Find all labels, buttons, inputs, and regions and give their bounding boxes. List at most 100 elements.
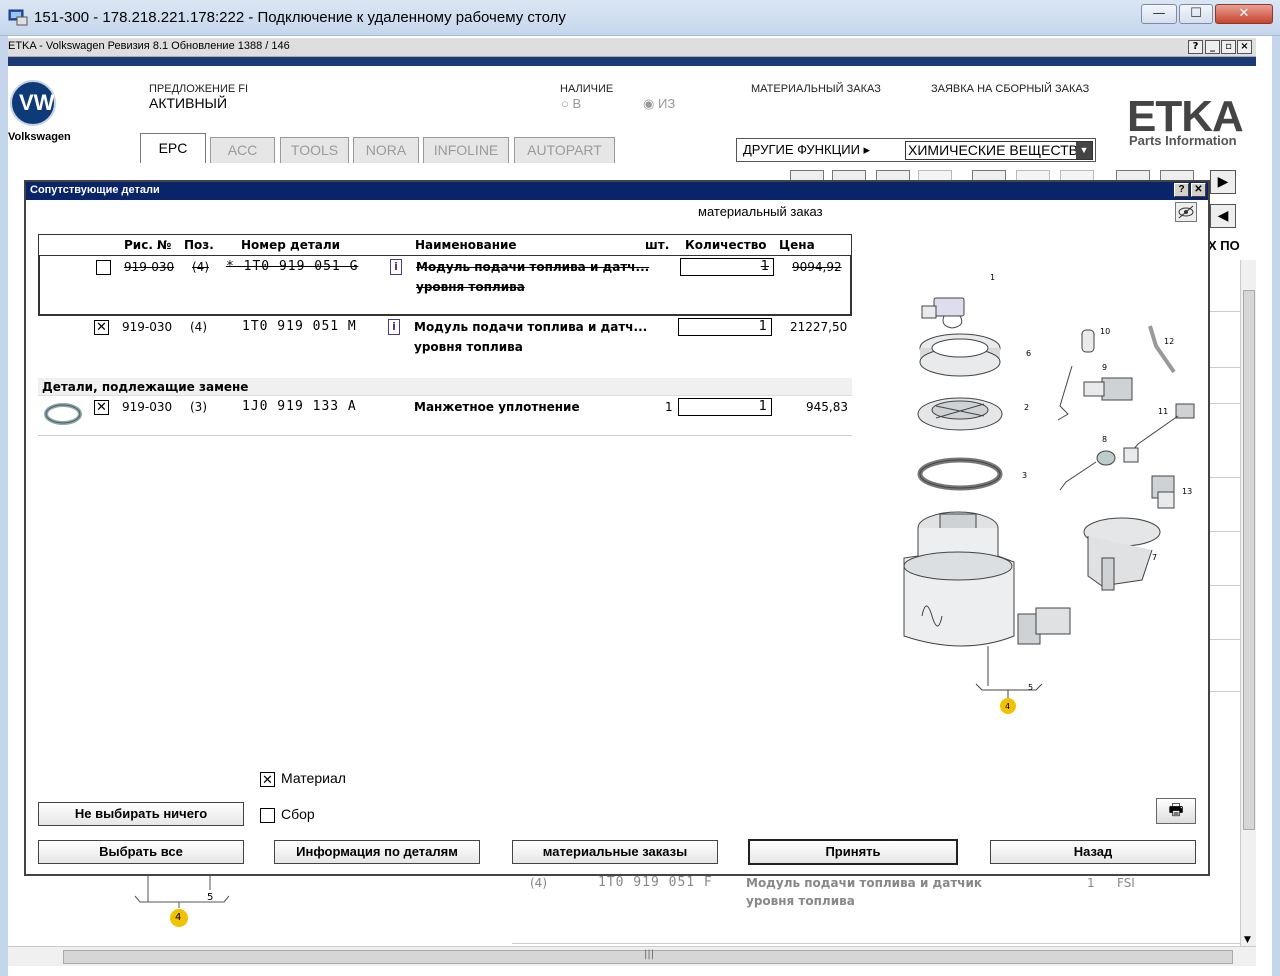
material-orders-button[interactable]: материальные заказы xyxy=(512,840,718,864)
row-name: Манжетное уплотнение xyxy=(414,400,580,414)
minimize-button[interactable]: _ xyxy=(1205,40,1220,54)
row-pos: (4) xyxy=(192,260,209,274)
diagram-label-13: 13 xyxy=(1182,487,1192,496)
select-all-button[interactable]: Выбрать все xyxy=(38,840,244,864)
assembly-checkbox[interactable]: Сбор xyxy=(260,806,315,823)
diagram-label-12: 12 xyxy=(1164,337,1174,346)
tab-nora[interactable]: NORA xyxy=(353,137,419,163)
row-part-number: * 1T0 919 051 G xyxy=(226,259,359,274)
other-functions-menu[interactable]: ДРУГИЕ ФУНКЦИИ ▸ xyxy=(743,142,870,158)
close-button[interactable]: ✕ xyxy=(1215,4,1273,24)
restore-button[interactable]: ▫ xyxy=(1221,40,1236,54)
row-price: 945,83 xyxy=(806,400,848,414)
back-button[interactable]: Назад xyxy=(990,840,1196,864)
rdp-titlebar: 151-300 - 178.218.221.178:222 - Подключе… xyxy=(0,0,1280,36)
diagram-label-1: 1 xyxy=(990,273,995,282)
vertical-scrollbar[interactable]: ▼ xyxy=(1240,260,1256,950)
accept-button[interactable]: Принять xyxy=(748,839,958,865)
tab-autopart[interactable]: AUTOPART xyxy=(514,137,615,163)
tab-acc[interactable]: ACC xyxy=(210,137,275,163)
col-name: Наименование xyxy=(415,238,517,252)
row-part-number: 1T0 919 051 M xyxy=(242,319,357,334)
horizontal-scrollbar[interactable]: ||| xyxy=(8,946,1256,966)
col-pos: Поз. xyxy=(184,238,214,252)
assembly-checkbox-box[interactable] xyxy=(260,807,275,823)
row-checkbox[interactable] xyxy=(96,260,111,275)
tab-tools[interactable]: TOOLS xyxy=(280,137,349,163)
vw-logo: VW xyxy=(10,80,56,126)
section-header-replacement: Детали, подлежащие замене xyxy=(38,378,852,396)
info-icon[interactable]: i xyxy=(390,259,402,275)
bg-row-part: 1T0 919 051 F xyxy=(598,875,713,890)
bg-row-qty: 1 xyxy=(1087,876,1095,890)
remote-desktop-icon xyxy=(8,8,28,26)
row-price: 21227,50 xyxy=(790,320,848,334)
related-parts-dialog: Сопутствующие детали ? ✕ материальный за… xyxy=(24,180,1210,876)
parts-table-header: Рис. № Поз. Номер детали Наименование шт… xyxy=(38,234,852,256)
minimize-button[interactable]: — xyxy=(1141,4,1177,24)
bg-callout-5: 5 xyxy=(207,892,214,903)
select-none-button[interactable]: Не выбирать ничего xyxy=(38,802,244,826)
window-frame-right xyxy=(1272,36,1280,976)
part-info-button[interactable]: Информация по деталям xyxy=(274,840,480,864)
material-checkbox[interactable]: ✕ Материал xyxy=(260,770,346,787)
col-pcs: шт. xyxy=(645,238,670,252)
tab-epc[interactable]: EPC xyxy=(140,133,206,163)
tab-infoline[interactable]: INFOLINE xyxy=(423,137,509,163)
row-checkbox[interactable]: ✕ xyxy=(94,320,109,335)
close-button[interactable]: ✕ xyxy=(1191,183,1206,197)
avail-from-label: ИЗ xyxy=(657,96,676,111)
row-name: Модуль подачи топлива и датч... xyxy=(416,260,650,274)
bg-left-edge xyxy=(8,180,24,230)
help-button[interactable]: ? xyxy=(1174,183,1189,197)
material-checkbox-box[interactable]: ✕ xyxy=(260,771,275,787)
table-row[interactable]: ✕ 919-030 (4) 1T0 919 051 M i Модуль под… xyxy=(38,316,852,376)
other-functions-bar: ДРУГИЕ ФУНКЦИИ ▸ ХИМИЧЕСКИЕ ВЕЩЕСТВА ▼ xyxy=(736,138,1096,162)
quantity-input[interactable]: 1 xyxy=(680,258,774,276)
seal-ring-thumbnail-icon xyxy=(44,403,82,425)
row-fig: 919-030 xyxy=(122,320,173,334)
hide-eye-icon[interactable] xyxy=(1175,202,1197,222)
prev-arrow-icon[interactable]: ◀ xyxy=(1210,204,1236,228)
bg-row-name-2: уровня топлива xyxy=(746,894,855,908)
dialog-titlebar: Сопутствующие детали ? ✕ xyxy=(26,182,1208,200)
bg-row-pos: (4) xyxy=(530,876,547,890)
avail-from-radio[interactable]: ◉ ИЗ xyxy=(643,96,675,112)
bg-row-name: Модуль подачи топлива и датчик xyxy=(746,876,983,890)
table-row[interactable]: ✕ 919-030 (3) 1J0 919 133 A Манжетное уп… xyxy=(38,396,852,436)
info-icon[interactable]: i xyxy=(388,319,400,335)
row-price: 9094,92 xyxy=(792,260,842,274)
diagram-label-7: 7 xyxy=(1152,553,1157,562)
avail-in-radio[interactable]: ○ В xyxy=(561,96,581,111)
avail-in-label: В xyxy=(572,96,582,111)
next-arrow-icon[interactable]: ▶ xyxy=(1210,170,1236,194)
diagram-label-2: 2 xyxy=(1024,403,1029,412)
bg-list-edge xyxy=(1210,255,1240,945)
dialog-subtitle: материальный заказ xyxy=(698,204,823,219)
window-frame-left xyxy=(0,36,8,976)
diagram-label-11: 11 xyxy=(1158,407,1168,416)
etka-titlebar: ETKA - Volkswagen Ревизия 8.1 Обновление… xyxy=(8,38,1256,57)
chemicals-select[interactable]: ХИМИЧЕСКИЕ ВЕЩЕСТВА ▼ xyxy=(905,141,1093,160)
row-part-number: 1J0 919 133 A xyxy=(242,399,357,414)
help-button[interactable]: ? xyxy=(1188,40,1203,54)
close-button[interactable]: × xyxy=(1237,40,1252,54)
diagram-label-9: 9 xyxy=(1102,363,1107,372)
quantity-input[interactable]: 1 xyxy=(678,318,772,336)
bg-callout-4: 4 xyxy=(175,912,182,923)
rdp-window-title: 151-300 - 178.218.221.178:222 - Подключе… xyxy=(34,9,566,26)
availability-label: НАЛИЧИЕ xyxy=(560,83,614,95)
dialog-subtitle-bar: материальный заказ xyxy=(26,202,1208,222)
maximize-button[interactable]: ☐ xyxy=(1179,4,1213,24)
printer-icon[interactable]: 🖶 xyxy=(1156,798,1196,824)
header-strip xyxy=(8,57,1256,66)
material-checkbox-label: Материал xyxy=(281,770,346,786)
row-name-2: уровня топлива xyxy=(414,340,523,354)
chevron-down-icon[interactable]: ▼ xyxy=(1076,142,1092,159)
quantity-input[interactable]: 1 xyxy=(678,398,772,416)
col-part: Номер детали xyxy=(241,238,341,252)
row-pcs: 1 xyxy=(665,400,673,414)
col-qty: Количество xyxy=(685,238,767,252)
table-row[interactable]: 919-030 (4) * 1T0 919 051 G i Модуль под… xyxy=(38,256,852,316)
row-checkbox[interactable]: ✕ xyxy=(94,400,109,415)
